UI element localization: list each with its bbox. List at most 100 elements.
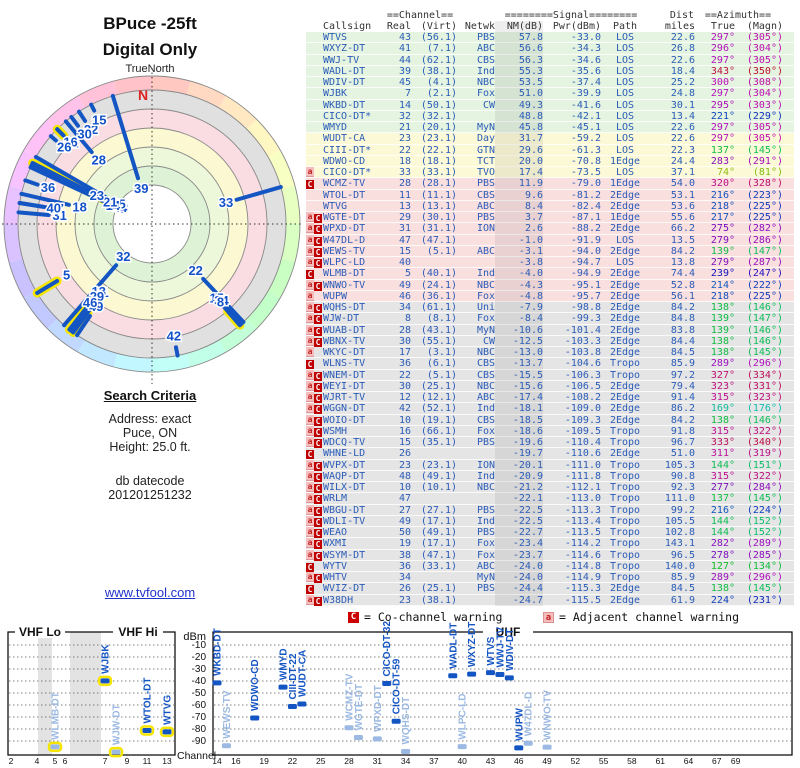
uhf-channel-tick: 19 (259, 756, 269, 766)
cell-network: CBS (476, 54, 495, 66)
cell-path: Tropo (609, 560, 641, 572)
cell-virtual-channel: (8.1) (426, 313, 457, 325)
warning-badges: C (306, 561, 322, 572)
signal-bar-WKBD-DT (212, 680, 222, 686)
cell-real-channel: 27 (398, 504, 411, 516)
cell-noise-margin: 31.7 (495, 133, 543, 145)
warning-badges: aC (306, 538, 322, 550)
cell-noise-margin: -22.5 (495, 504, 543, 516)
dbm-tick-label: -20 (192, 652, 207, 663)
cell-callsign: WXYZ-DT (323, 43, 366, 55)
signal-bar-WMYD (278, 684, 288, 690)
adjacent-warning-icon: a (306, 245, 314, 256)
tvfool-link[interactable]: www.tvfool.com (0, 585, 300, 600)
cell-azimuth-true: 139° (710, 245, 735, 257)
cell-power: -41.6 (570, 99, 601, 111)
cell-callsign: WPXD-DT (323, 223, 366, 235)
station-spoke-ch-31 (16, 210, 51, 217)
cell-network: CBS (476, 414, 495, 426)
cell-power: -103.3 (564, 335, 601, 347)
warning-badges (306, 43, 322, 54)
cell-azimuth-true: 300° (710, 77, 735, 88)
warning-badges: aC (306, 437, 322, 448)
cell-azimuth-true: 297° (710, 122, 735, 133)
cell-miles: 26.8 (670, 43, 695, 55)
co-channel-warning-icon: C (306, 270, 314, 280)
uhf-channel-tick: 25 (316, 756, 326, 766)
adjacent-warning-icon: a (306, 414, 314, 425)
cell-network: MyN (476, 572, 495, 583)
cell-noise-margin: -24.4 (495, 583, 543, 595)
adjacent-warning-icon: a (306, 459, 314, 470)
cell-noise-margin: -18.5 (495, 414, 543, 426)
spoke-channel-label: 18 (72, 199, 86, 214)
cell-path: Tropo (609, 493, 641, 505)
cell-callsign: WEAO (323, 527, 348, 538)
cell-azimuth-true: 127° (710, 560, 735, 572)
cell-miles: 102.8 (664, 527, 695, 538)
cell-azimuth-true: 74° (716, 167, 735, 178)
table-row: a C WDCQ-TV 15 (35.1) PBS -19.6 -110.4 Tropo 96.7… (306, 437, 794, 449)
signal-bar-label: WGTE-DT (354, 684, 365, 731)
cell-noise-margin: -4.3 (495, 279, 543, 291)
cell-virtual-channel: (33.1) (420, 167, 457, 178)
table-row: a C WGGN-DT 42 (52.1) Ind -18.1 -109.0 2Edge 86.2… (306, 403, 794, 415)
cell-power: -61.3 (570, 144, 601, 156)
cell-azimuth-magnetic: (152°) (746, 527, 783, 538)
cell-callsign: WNWO-TV (323, 279, 366, 291)
cell-virtual-channel: (43.1) (420, 324, 457, 336)
cell-path: LOS (615, 257, 635, 268)
co-channel-warning-icon: C (314, 236, 322, 246)
cell-network: GTN (476, 144, 495, 156)
cell-network: ION (476, 223, 495, 235)
cell-path: LOS (615, 65, 635, 77)
cell-power: -34.3 (570, 43, 601, 55)
cell-network: NBC (476, 347, 495, 358)
azimuth-polar-chart: N43414439457143221232218 3328111329314715… (2, 68, 302, 384)
cell-azimuth-magnetic: (308°) (746, 77, 783, 88)
signal-bar-label: WNWO-TV (543, 690, 554, 740)
cell-path: Tropo (609, 459, 641, 471)
co-channel-warning-icon: C (314, 214, 322, 223)
cell-azimuth-magnetic: (322°) (746, 470, 783, 482)
cell-virtual-channel: (47.1) (420, 549, 457, 561)
cell-network: Uni (476, 302, 495, 313)
vhf-channel-tick: 11 (143, 756, 152, 766)
cell-noise-margin: -7.9 (495, 302, 543, 314)
cell-azimuth-true: 218° (710, 290, 735, 302)
signal-bar-WUDT-CA (297, 701, 307, 707)
warning-badges: aC (306, 279, 322, 291)
cell-path: LOS (615, 110, 635, 122)
cell-miles: 84.5 (670, 583, 695, 595)
cell-miles: 96.5 (670, 549, 695, 561)
warning-badges: aC (306, 549, 322, 561)
signal-bar-WTVG (162, 729, 172, 735)
cell-network: Ind (476, 65, 495, 77)
warning-badges: aC (306, 223, 322, 235)
signal-bar-label: WTOL-DT (143, 678, 154, 724)
co-channel-warning-icon: C (314, 304, 322, 313)
warning-badges (306, 32, 322, 43)
cell-real-channel: 45 (398, 77, 411, 88)
spoke-channel-label: 28 (92, 153, 106, 168)
col-callsign: Callsign (323, 21, 372, 32)
cell-power: -88.2 (570, 223, 601, 235)
cell-azimuth-true: 138° (710, 347, 735, 358)
signal-bar-WGTE-DT (353, 735, 363, 741)
adjacent-warning-icon: a (306, 482, 314, 492)
cell-virtual-channel: (23.1) (420, 459, 457, 471)
cell-miles: 61.9 (670, 594, 695, 606)
cell-real-channel: 33 (398, 167, 411, 178)
cell-miles: 91.4 (670, 392, 695, 403)
cell-virtual-channel: (40.1) (420, 268, 457, 280)
uhf-channel-tick: 43 (486, 756, 496, 766)
signal-bar-label: W47DL-D (524, 692, 535, 736)
table-row: a C WJRT-TV 12 (12.1) ABC -17.4 -108.2 2Edge 91.4… (306, 392, 794, 404)
cell-callsign: WBGU-DT (323, 504, 366, 516)
cell-path: 2Edge (609, 448, 641, 460)
cell-azimuth-magnetic: (231°) (746, 594, 783, 606)
warning-badges (306, 66, 322, 77)
cell-miles: 22.6 (670, 133, 695, 145)
spoke-channel-label: 46 (83, 295, 97, 310)
cell-azimuth-magnetic: (322°) (746, 425, 783, 437)
